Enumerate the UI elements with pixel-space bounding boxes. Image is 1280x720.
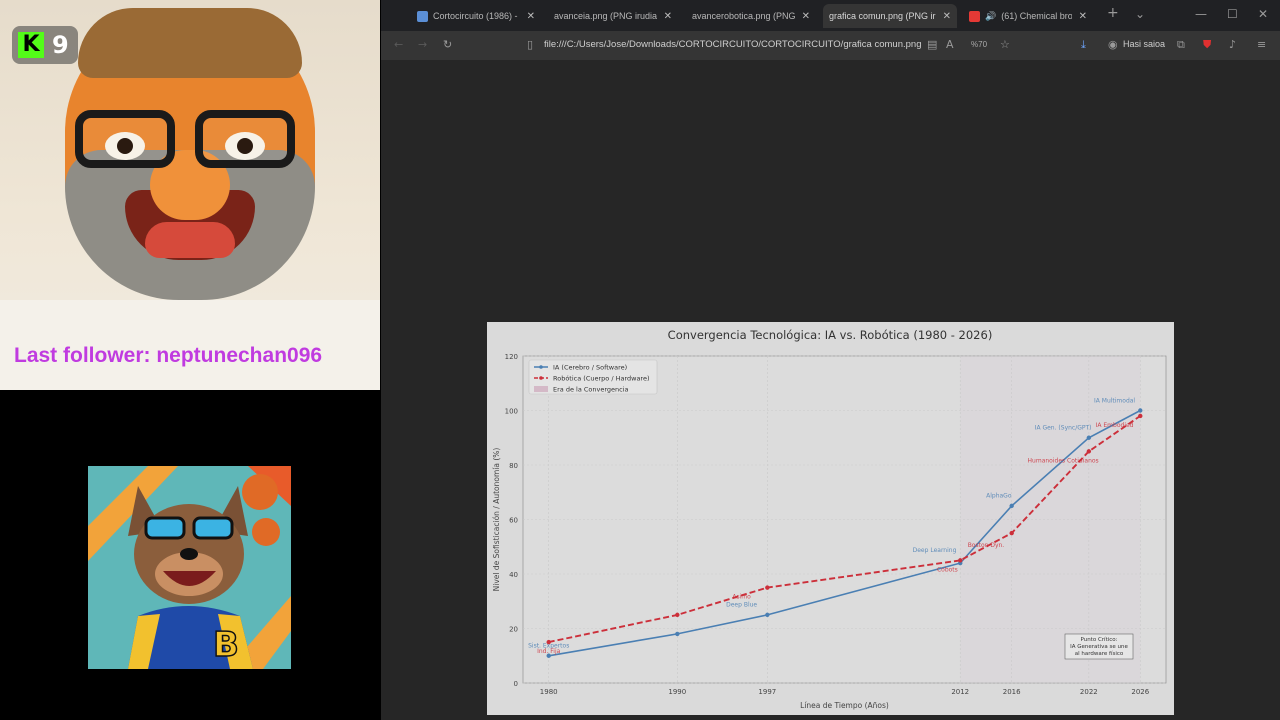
data-annotation: Cobots — [937, 566, 958, 573]
speaker-icon[interactable]: 🔊 — [985, 11, 996, 22]
download-icon[interactable]: ⤓ — [1081, 38, 1086, 52]
data-annotation: Boston Dyn. — [968, 542, 1005, 549]
navigation-toolbar: ← → ↻ ▯ file:///C:/Users/Jose/Downloads/… — [381, 31, 1280, 60]
data-point-robotica — [1009, 530, 1014, 536]
close-window-button[interactable]: ✕ — [1258, 7, 1268, 21]
data-point-robotica — [1086, 449, 1092, 454]
data-point-ia — [1138, 408, 1143, 413]
data-point-ia — [1086, 435, 1092, 440]
data-annotation: Humanoides Cotidianos — [1028, 457, 1099, 464]
tab-bar: Cortocircuito (1986) - Film ✕ avanceia.p… — [381, 0, 1280, 31]
callout-text: Punto Crítico: — [1080, 636, 1117, 643]
y-tick-label: 80 — [509, 462, 518, 470]
menu-icon[interactable]: ≡ — [1257, 38, 1266, 51]
volume-icon[interactable]: ♪ — [1229, 38, 1236, 51]
minimize-button[interactable]: — — [1195, 7, 1207, 21]
y-tick-label: 20 — [509, 626, 518, 634]
chart-title: Convergencia Tecnológica: IA vs. Robótic… — [668, 328, 993, 342]
legend-label: Robótica (Cuerpo / Hardware) — [553, 375, 650, 383]
y-tick-label: 0 — [514, 680, 518, 688]
webcam-panel: K 9 Last follower: neptunechan096 — [0, 0, 380, 390]
data-annotation: Deep Learning — [913, 547, 957, 554]
y-axis-label: Nivel de Sofisticación / Autonomía (%) — [492, 448, 501, 592]
youtube-icon — [969, 10, 980, 22]
data-point-ia — [675, 631, 680, 637]
y-tick-label: 100 — [505, 408, 518, 416]
close-tab-icon[interactable]: ✕ — [1079, 11, 1087, 22]
tab-cortocircuito[interactable]: Cortocircuito (1986) - Film ✕ — [411, 4, 541, 28]
reload-icon[interactable]: ↻ — [443, 38, 452, 51]
tab-avancerobotica[interactable]: avancerobotica.png (PNG irudi ✕ — [686, 4, 816, 28]
data-point-robotica — [675, 612, 680, 618]
chart-image[interactable]: Convergencia Tecnológica: IA vs. Robótic… — [487, 322, 1174, 715]
close-tab-icon[interactable]: ✕ — [802, 11, 810, 22]
x-axis-label: Línea de Tiempo (Años) — [800, 701, 889, 710]
sign-in-label[interactable]: Hasi saioa — [1123, 39, 1165, 49]
legend-marker — [539, 365, 543, 369]
y-tick-label: 60 — [509, 517, 518, 525]
tab-grafica-comun[interactable]: grafica comun.png (PNG irudi ✕ — [823, 4, 957, 28]
file-icon: ▯ — [527, 38, 534, 51]
extensions-icon[interactable]: ⧉ — [1177, 38, 1185, 52]
bookmark-star-icon[interactable]: ☆ — [1000, 38, 1010, 51]
tab-avanceia[interactable]: avanceia.png (PNG irudia, 120 ✕ — [548, 4, 678, 28]
data-annotation: IA Gen. (Sync/GPT) — [1035, 425, 1092, 432]
data-point-ia — [765, 612, 770, 618]
y-tick-label: 120 — [505, 353, 518, 361]
last-follower-text: Last follower: neptunechan096 — [14, 344, 323, 367]
address-bar[interactable]: file:///C:/Users/Jose/Downloads/CORTOCIR… — [544, 39, 921, 50]
close-tab-icon[interactable]: ✕ — [527, 11, 535, 22]
x-tick-label: 2022 — [1080, 688, 1098, 696]
close-tab-icon[interactable]: ✕ — [664, 11, 672, 22]
data-point-ia — [1009, 503, 1014, 509]
image-viewport: Convergencia Tecnológica: IA vs. Robótic… — [381, 60, 1280, 720]
browser-window: Cortocircuito (1986) - Film ✕ avanceia.p… — [381, 0, 1280, 720]
back-icon[interactable]: ← — [394, 38, 403, 51]
puppet-glasses — [65, 110, 315, 170]
data-annotation: Asimo — [732, 594, 751, 601]
data-annotation: AlphaGo — [986, 493, 1012, 500]
data-point-robotica — [1138, 413, 1143, 419]
kick-follower-badge: K 9 — [12, 26, 78, 64]
callout-text: IA Generativa se une — [1070, 644, 1128, 650]
x-tick-label: 1990 — [668, 688, 686, 696]
x-tick-label: 2016 — [1003, 688, 1021, 696]
chevron-down-icon[interactable]: ⌄ — [1135, 7, 1145, 21]
data-annotation: IA Embodied — [1096, 422, 1134, 429]
zoom-level[interactable]: %70 — [971, 40, 987, 49]
svg-text:B: B — [213, 625, 239, 665]
shield-icon[interactable]: ⛊ — [1203, 38, 1211, 52]
y-tick-label: 40 — [509, 571, 518, 579]
x-tick-label: 1980 — [540, 688, 558, 696]
data-annotation: Ind. Fija — [537, 648, 561, 655]
puppet-tongue — [145, 222, 235, 258]
legend-label: Era de la Convergencia — [553, 386, 629, 394]
tab-chemical-brothers[interactable]: 🔊 (61) Chemical brothe ✕ — [963, 4, 1093, 28]
kick-count: 9 — [52, 31, 69, 59]
stream-layout: K 9 Last follower: neptunechan096 B Cort… — [0, 0, 1280, 720]
data-point-robotica — [765, 585, 770, 590]
legend-label: IA (Cerebro / Software) — [553, 364, 627, 372]
data-annotation: Deep Blue — [726, 602, 757, 609]
account-icon[interactable]: ◉ — [1108, 38, 1118, 51]
translate-icon[interactable]: A — [946, 38, 954, 51]
reader-view-icon[interactable]: ▤ — [927, 38, 937, 51]
convergence-chart: Convergencia Tecnológica: IA vs. Robótic… — [492, 328, 1167, 710]
maximize-button[interactable]: ☐ — [1227, 7, 1238, 21]
legend-swatch — [534, 386, 548, 392]
new-tab-button[interactable]: + — [1107, 5, 1119, 21]
legend-marker — [539, 376, 543, 380]
data-annotation: IA Multimodal — [1094, 397, 1135, 404]
close-tab-icon[interactable]: ✕ — [943, 11, 951, 22]
kick-logo-icon: K — [18, 32, 44, 58]
x-tick-label: 2026 — [1131, 688, 1149, 696]
x-tick-label: 1997 — [758, 688, 776, 696]
forward-icon[interactable]: → — [418, 38, 427, 51]
film-icon — [417, 10, 428, 22]
puppet-hair — [78, 8, 302, 78]
data-point-robotica — [958, 558, 963, 563]
wolf-mascot-image: B — [88, 466, 291, 669]
callout-text: al hardware físico — [1075, 650, 1124, 657]
x-tick-label: 2012 — [951, 688, 969, 696]
